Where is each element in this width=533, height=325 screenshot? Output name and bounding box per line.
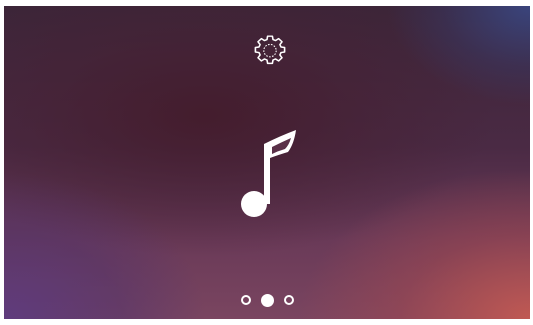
- page-dot-2[interactable]: [260, 293, 274, 307]
- settings-button[interactable]: [254, 35, 286, 67]
- music-note-icon: [234, 122, 306, 220]
- gear-icon: [254, 35, 286, 67]
- screen: [4, 6, 530, 319]
- page-indicator: [4, 293, 530, 307]
- page-dot-3[interactable]: [283, 295, 294, 305]
- page-dot-1[interactable]: [240, 295, 251, 305]
